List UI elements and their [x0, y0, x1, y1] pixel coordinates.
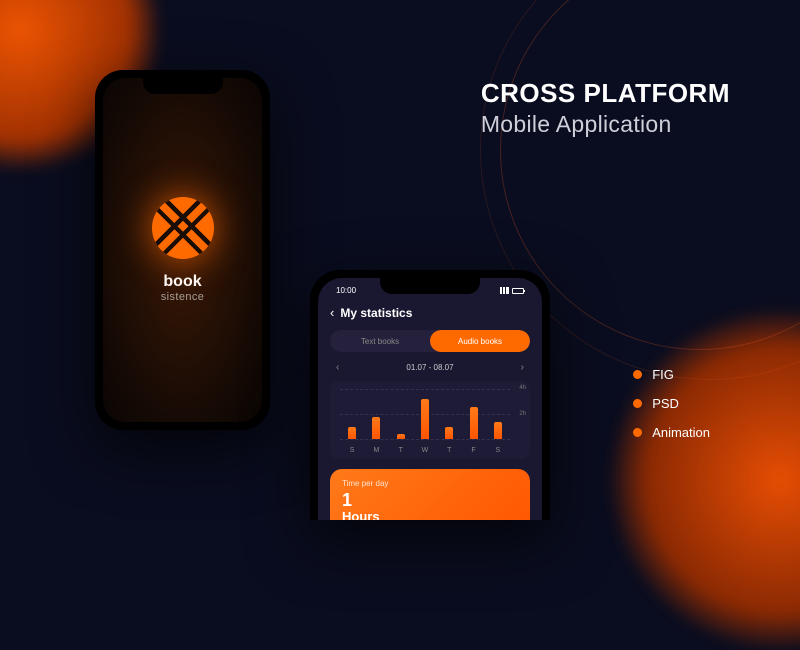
- chart-x-labels: SMTWTFS: [340, 447, 510, 454]
- headline-line1: CROSS PLATFORM: [481, 78, 730, 109]
- splash-screen: book sistence: [103, 78, 262, 422]
- prev-week-icon[interactable]: ‹: [336, 362, 339, 373]
- bullet-icon: [633, 370, 642, 379]
- chart-bars: [340, 389, 510, 439]
- format-item-fig: FIG: [633, 367, 710, 382]
- tab-audio-books[interactable]: Audio books: [430, 330, 530, 352]
- date-range-label: 01.07 - 08.07: [406, 363, 453, 372]
- y-tick-label: 4h: [519, 385, 526, 391]
- battery-icon: [512, 288, 524, 294]
- status-time: 10:00: [336, 286, 356, 295]
- x-tick-label: T: [445, 447, 453, 454]
- x-tick-label: T: [397, 447, 405, 454]
- x-tick-label: S: [494, 447, 502, 454]
- y-tick-label: 2h: [519, 411, 526, 417]
- stats-screen: 10:00 ‹ My statistics Text books Audio b…: [318, 278, 542, 520]
- headline: CROSS PLATFORM Mobile Application: [481, 78, 730, 138]
- chart-bar[interactable]: [470, 407, 478, 440]
- format-item-psd: PSD: [633, 396, 710, 411]
- format-label: FIG: [652, 367, 674, 382]
- x-tick-label: W: [421, 447, 429, 454]
- chart-bar[interactable]: [397, 434, 405, 439]
- x-tick-label: F: [470, 447, 478, 454]
- date-range-nav: ‹ 01.07 - 08.07 ›: [330, 362, 530, 373]
- card-unit: Hours: [342, 509, 518, 520]
- card-label: Time per day: [342, 479, 518, 488]
- x-tick-label: M: [372, 447, 380, 454]
- chart-bar[interactable]: [494, 422, 502, 440]
- tab-bar: Text books Audio books: [330, 330, 530, 352]
- format-list: FIG PSD Animation: [633, 367, 710, 440]
- status-icons: [500, 286, 524, 295]
- format-label: PSD: [652, 396, 679, 411]
- brand-name: book: [163, 273, 201, 291]
- notch: [380, 278, 480, 294]
- phone-stats-frame: 10:00 ‹ My statistics Text books Audio b…: [310, 270, 550, 520]
- stats-header: ‹ My statistics: [330, 305, 530, 320]
- brand-tagline: sistence: [161, 291, 205, 303]
- format-item-animation: Animation: [633, 425, 710, 440]
- chart-bar[interactable]: [445, 427, 453, 440]
- next-week-icon[interactable]: ›: [521, 362, 524, 373]
- tab-text-books[interactable]: Text books: [330, 330, 430, 352]
- headline-line2: Mobile Application: [481, 111, 730, 138]
- bullet-icon: [633, 428, 642, 437]
- notch: [143, 78, 223, 94]
- signal-icon: [500, 287, 509, 294]
- card-value: 1: [342, 491, 518, 509]
- chart-bar[interactable]: [421, 399, 429, 439]
- x-tick-label: S: [348, 447, 356, 454]
- phone-splash-frame: book sistence: [95, 70, 270, 430]
- format-label: Animation: [652, 425, 710, 440]
- grid-line: [340, 439, 510, 440]
- brand-logo-icon: [152, 197, 214, 259]
- bullet-icon: [633, 399, 642, 408]
- back-icon[interactable]: ‹: [330, 305, 334, 320]
- weekly-chart: 4h 2h S M T W T F S: [330, 381, 530, 459]
- chart-bar[interactable]: [348, 427, 356, 440]
- page-title: My statistics: [340, 306, 412, 320]
- chart-bar[interactable]: [372, 417, 380, 440]
- time-per-day-card[interactable]: Time per day 1 Hours: [330, 469, 530, 520]
